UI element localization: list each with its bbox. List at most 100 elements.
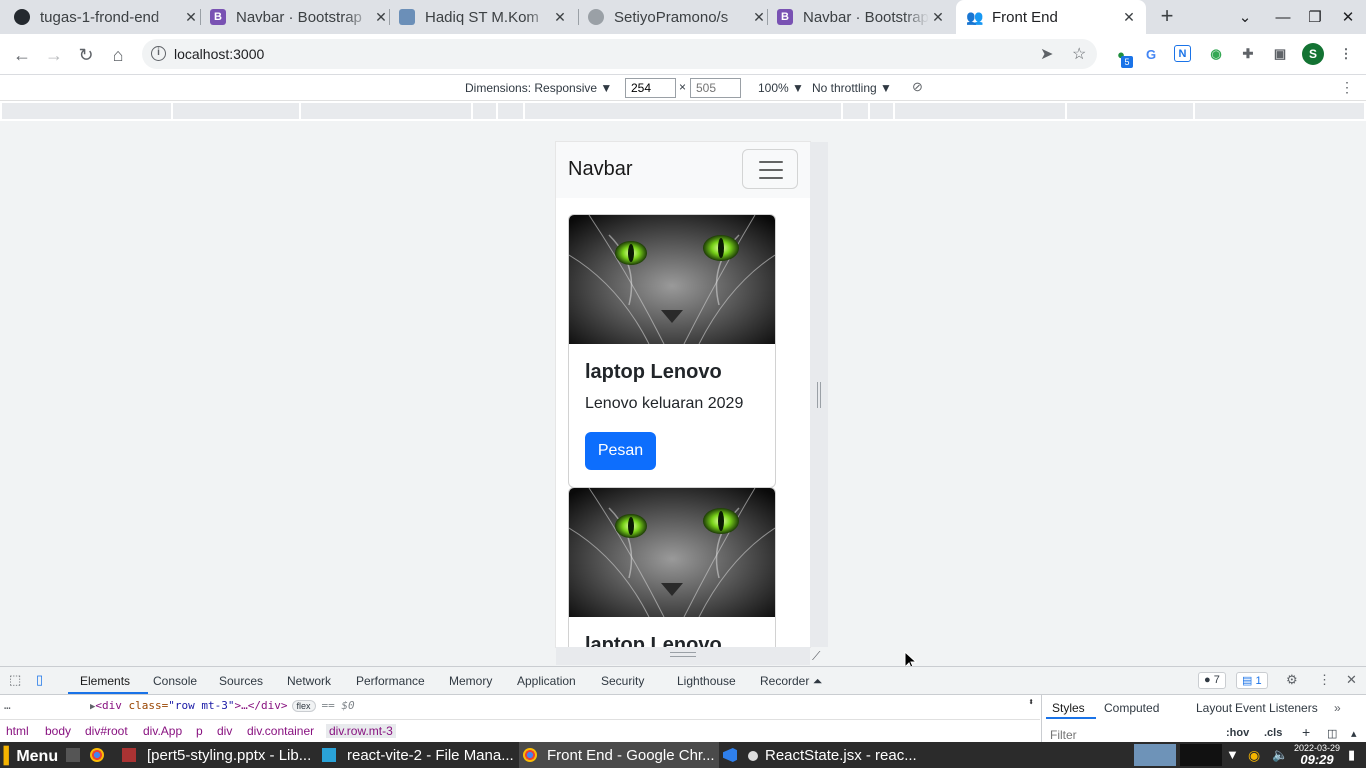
scroll-arrows-icon[interactable]: ⬍ <box>1028 697 1034 708</box>
resize-handle-bottom[interactable] <box>556 647 810 665</box>
tab-event-listeners[interactable]: Event Listeners <box>1235 701 1318 715</box>
taskbar-item-file-manager[interactable]: react-vite-2 - File Mana... <box>347 747 514 764</box>
sidepanel-icon[interactable]: ▣ <box>1270 44 1290 64</box>
volume-icon[interactable]: 🔈 <box>1272 747 1288 763</box>
tab-network[interactable]: Network <box>287 674 331 688</box>
breadcrumb-item[interactable]: div#root <box>85 724 128 738</box>
app-launcher-icon[interactable] <box>122 748 136 762</box>
workspace-2[interactable] <box>1180 744 1222 766</box>
tab-lighthouse[interactable]: Lighthouse <box>677 674 736 688</box>
home-button[interactable]: ⌂ <box>105 42 131 68</box>
taskbar-item-vscode[interactable]: ReactState.jsx - reac... <box>765 747 917 764</box>
url-text[interactable]: localhost:3000 <box>174 46 264 62</box>
media-query-segment[interactable] <box>525 103 841 119</box>
close-icon[interactable]: ✕ <box>1346 672 1357 688</box>
dimensions-select[interactable]: Dimensions: Responsive ▼ <box>465 81 612 95</box>
taskbar-item-impress[interactable]: [pert5-styling.pptx - Lib... <box>147 747 311 764</box>
media-query-segment[interactable] <box>2 103 171 119</box>
profile-avatar[interactable]: S <box>1302 43 1324 65</box>
message-counter[interactable]: ▤ 1 <box>1236 672 1268 689</box>
kebab-menu-icon[interactable]: ⋮ <box>1318 672 1331 688</box>
maximize-button[interactable]: ❐ <box>1299 0 1331 34</box>
tab-styles[interactable]: Styles <box>1052 701 1085 715</box>
flex-badge[interactable]: flex <box>291 700 316 712</box>
throttling-select[interactable]: No throttling ▼ <box>812 81 892 95</box>
chevron-right-icon[interactable]: » <box>1334 701 1341 715</box>
resize-handle-right[interactable] <box>810 142 828 647</box>
tab-bootstrap-navbar-2[interactable]: B Navbar · Bootstrap ✕ <box>777 0 947 34</box>
error-counter[interactable]: ● 7 <box>1198 672 1226 689</box>
forward-button[interactable]: → <box>41 42 67 68</box>
media-query-segment[interactable] <box>870 103 893 119</box>
tab-github-setiyo[interactable]: SetiyoPramono/s ✕ <box>588 0 768 34</box>
width-input[interactable] <box>625 78 676 98</box>
navbar-brand[interactable]: Navbar <box>568 158 632 181</box>
tab-memory[interactable]: Memory <box>449 674 492 688</box>
tab-hadiq[interactable]: Hadiq ST M.Kom ✕ <box>399 0 569 34</box>
close-window-button[interactable]: ✕ <box>1332 0 1364 34</box>
tab-performance[interactable]: Performance <box>356 674 425 688</box>
breadcrumb-item[interactable]: p <box>196 724 203 738</box>
kebab-menu-icon[interactable]: ⋮ <box>1340 79 1354 96</box>
battery-icon[interactable]: ▮ <box>1348 747 1355 763</box>
rotate-icon[interactable]: ⊘ <box>912 79 923 95</box>
media-query-segment[interactable] <box>301 103 471 119</box>
tab-github-tugas[interactable]: tugas-1-frond-end ✕ <box>14 0 200 34</box>
breadcrumb-item[interactable]: body <box>45 724 71 738</box>
close-icon[interactable]: ✕ <box>372 9 390 26</box>
ellipsis-icon[interactable]: … <box>4 699 11 712</box>
device-toggle-icon[interactable]: ▯ <box>36 672 43 688</box>
start-menu-button[interactable]: ▍Menu <box>4 746 58 766</box>
tab-sources[interactable]: Sources <box>219 674 263 688</box>
pesan-button[interactable]: Pesan <box>585 432 656 470</box>
media-query-segment[interactable] <box>173 103 299 119</box>
reload-button[interactable]: ↻ <box>73 42 99 68</box>
puzzle-icon[interactable]: ✚ <box>1238 44 1258 64</box>
close-icon[interactable]: ✕ <box>182 9 200 26</box>
dom-node[interactable]: ▶<div class="row mt-3">…</div> flex == $0 <box>90 699 355 712</box>
taskbar-item-chrome[interactable]: Front End - Google Chr... <box>547 747 715 764</box>
dom-tree-selected-node[interactable]: … ▶<div class="row mt-3">…</div> flex == $… <box>0 697 1040 715</box>
kebab-menu-icon[interactable]: ⋮ <box>1336 44 1356 64</box>
height-input[interactable] <box>690 78 741 98</box>
tab-front-end[interactable]: 👥 Front End ✕ <box>956 0 1146 34</box>
tab-layout[interactable]: Layout <box>1196 701 1232 715</box>
chrome-launcher-icon[interactable] <box>90 748 104 762</box>
clock[interactable]: 2022-03-29 09:29 <box>1294 743 1340 766</box>
close-icon[interactable]: ✕ <box>1120 9 1138 26</box>
wifi-icon[interactable]: ▼ <box>1226 747 1239 762</box>
new-tab-button[interactable]: + <box>1155 5 1179 29</box>
media-query-segment[interactable] <box>498 103 523 119</box>
breadcrumb-item[interactable]: div <box>217 724 232 738</box>
back-button[interactable]: ← <box>9 42 35 68</box>
tab-console[interactable]: Console <box>153 674 197 688</box>
breadcrumb-item-selected[interactable]: div.row.mt-3 <box>326 724 396 738</box>
close-icon[interactable]: ✕ <box>750 9 768 26</box>
breadcrumb-item[interactable]: html <box>6 724 29 738</box>
tab-application[interactable]: Application <box>517 674 576 688</box>
media-query-segment[interactable] <box>1195 103 1364 119</box>
eye-extension-icon[interactable]: ◉ <box>1206 44 1226 64</box>
show-desktop-icon[interactable] <box>66 748 80 762</box>
media-query-segment[interactable] <box>473 103 496 119</box>
toggle-sidebar-icon[interactable]: ◫ <box>1327 727 1337 740</box>
inspect-icon[interactable]: ⬚ <box>9 672 21 688</box>
tab-elements[interactable]: Elements <box>80 674 130 688</box>
hov-toggle[interactable]: :hov <box>1226 727 1249 739</box>
media-query-segment[interactable] <box>843 103 868 119</box>
tab-bootstrap-navbar-1[interactable]: B Navbar · Bootstrap ✕ <box>210 0 390 34</box>
tab-search-button[interactable]: ⌄ <box>1229 0 1261 34</box>
update-icon[interactable]: ◉ <box>1248 747 1260 764</box>
media-query-segment[interactable] <box>895 103 1065 119</box>
cls-toggle[interactable]: .cls <box>1264 727 1282 739</box>
notion-icon[interactable]: N <box>1174 45 1191 62</box>
zoom-select[interactable]: 100% ▼ <box>758 81 804 95</box>
navbar-toggler-button[interactable] <box>742 149 798 189</box>
translate-icon[interactable]: G <box>1141 44 1161 64</box>
tab-computed[interactable]: Computed <box>1104 701 1159 715</box>
breadcrumb-item[interactable]: div.container <box>247 724 314 738</box>
tab-recorder[interactable]: Recorder ⏶ <box>760 674 822 689</box>
close-icon[interactable]: ✕ <box>929 9 947 26</box>
scroll-up-icon[interactable]: ▴ <box>1351 727 1357 740</box>
close-icon[interactable]: ✕ <box>551 9 569 26</box>
